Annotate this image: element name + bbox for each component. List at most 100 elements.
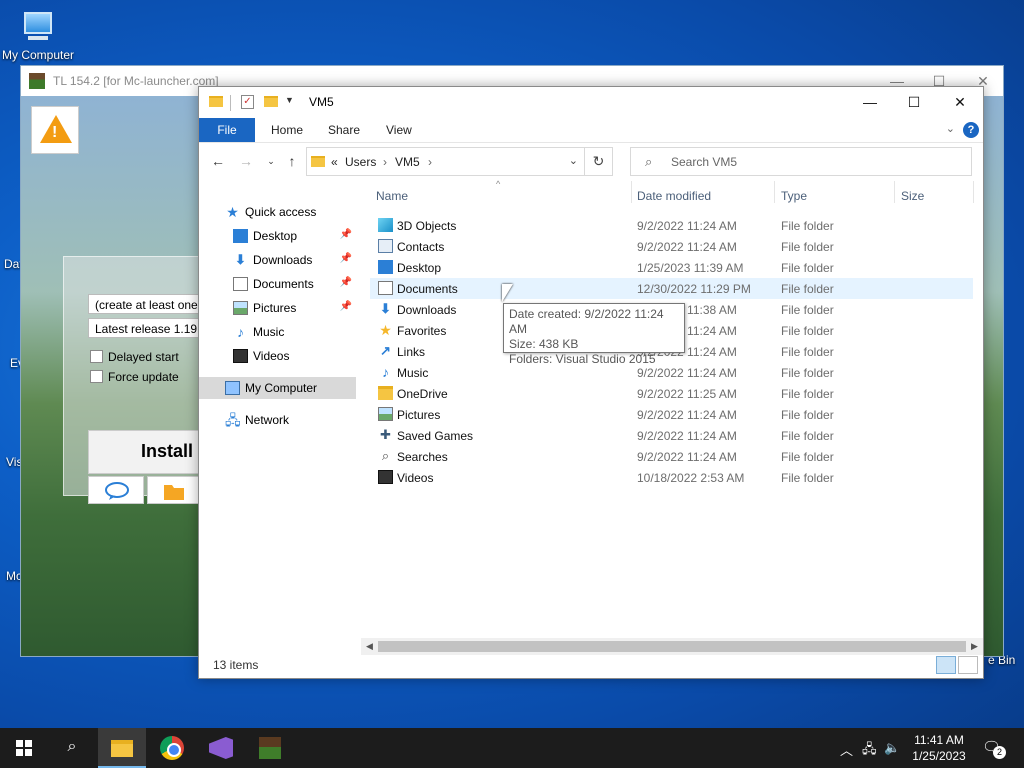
nav-documents[interactable]: Documents 📌 xyxy=(199,273,356,295)
breadcrumb-separator-icon[interactable]: › xyxy=(428,155,432,169)
scrollbar-thumb[interactable] xyxy=(378,641,966,652)
desktop-icon-my-computer[interactable]: My Computer xyxy=(0,10,76,62)
explorer-titlebar[interactable]: ✓ ▼ VM5 — ☐ ✕ xyxy=(199,87,983,118)
nav-quick-access[interactable]: ★ Quick access xyxy=(199,201,356,223)
network-icon: 🖧 xyxy=(225,412,241,428)
pin-icon[interactable]: 📌 xyxy=(340,301,352,312)
scroll-right-icon[interactable]: ▶ xyxy=(966,639,983,654)
nav-downloads[interactable]: ⬇ Downloads 📌 xyxy=(199,249,356,271)
forward-button[interactable]: → xyxy=(237,152,255,170)
column-date-modified[interactable]: Date modified xyxy=(637,189,711,203)
close-button[interactable]: ✕ xyxy=(937,91,983,113)
tooltip-folders: Folders: Visual Studio 2015 xyxy=(509,352,656,366)
show-hidden-icons-icon[interactable]: ︿ xyxy=(840,740,853,759)
recent-locations-button[interactable]: ⌄ xyxy=(262,152,280,170)
customize-quick-access-icon[interactable]: ▼ xyxy=(285,95,294,105)
chat-button[interactable] xyxy=(88,476,144,504)
music-icon: ♪ xyxy=(382,364,389,380)
nav-desktop[interactable]: Desktop 📌 xyxy=(199,225,356,247)
list-item[interactable]: Desktop 1/25/2023 11:39 AM File folder xyxy=(370,257,973,278)
list-item[interactable]: Contacts 9/2/2022 11:24 AM File folder xyxy=(370,236,973,257)
warning-button[interactable]: ! xyxy=(31,106,79,154)
search-button[interactable]: ⌕ xyxy=(48,728,96,768)
folder-icon xyxy=(378,386,393,400)
maximize-button[interactable]: ☐ xyxy=(891,91,937,113)
details-view-icon[interactable] xyxy=(936,656,956,674)
list-item[interactable]: ⌕ Searches 9/2/2022 11:24 AM File folder xyxy=(370,446,973,467)
visual-studio-taskbar-button[interactable] xyxy=(197,728,245,768)
column-name[interactable]: Name xyxy=(376,189,408,203)
navigation-pane: ★ Quick access Desktop 📌 ⬇ Downloads 📌 D… xyxy=(199,179,361,649)
pin-icon[interactable]: 📌 xyxy=(340,229,352,240)
list-item[interactable]: 3D Objects 9/2/2022 11:24 AM File folder xyxy=(370,215,973,236)
minecraft-block-icon xyxy=(29,73,45,89)
nav-pictures[interactable]: Pictures 📌 xyxy=(199,297,356,319)
breadcrumb-users[interactable]: Users xyxy=(345,155,376,169)
expand-ribbon-icon[interactable]: ⌄ xyxy=(946,122,955,135)
list-item[interactable]: Videos 10/18/2022 2:53 AM File folder xyxy=(370,467,973,488)
tab-share[interactable]: Share xyxy=(315,118,373,142)
search-box[interactable]: ⌕ Search VM5 xyxy=(630,147,972,176)
help-icon[interactable]: ? xyxy=(963,122,979,138)
column-type[interactable]: Type xyxy=(781,189,807,203)
list-item[interactable]: ✚ Saved Games 9/2/2022 11:24 AM File fol… xyxy=(370,425,973,446)
minimize-button[interactable]: — xyxy=(847,91,893,113)
list-item[interactable]: Documents 12/30/2022 11:29 PM File folde… xyxy=(370,278,973,299)
star-icon: ★ xyxy=(379,322,392,338)
breadcrumb-vm5[interactable]: VM5 xyxy=(395,155,420,169)
breadcrumb-overflow[interactable]: « xyxy=(331,155,338,169)
nav-videos[interactable]: Videos xyxy=(199,345,356,367)
list-item[interactable]: Pictures 9/2/2022 11:24 AM File folder xyxy=(370,404,973,425)
address-history-icon[interactable]: ⌄ xyxy=(569,154,578,167)
desktop-icon-label: My Computer xyxy=(1,48,75,62)
list-item[interactable]: OneDrive 9/2/2022 11:25 AM File folder xyxy=(370,383,973,404)
volume-icon[interactable]: 🔈 xyxy=(884,740,900,756)
star-icon: ★ xyxy=(226,204,239,220)
clock[interactable]: 11:41 AM 1/25/2023 xyxy=(908,732,970,764)
nav-my-computer[interactable]: My Computer xyxy=(199,377,356,399)
search-input[interactable]: Search VM5 xyxy=(671,155,737,169)
open-folder-button[interactable] xyxy=(147,476,199,504)
chat-icon xyxy=(105,482,129,500)
chrome-taskbar-button[interactable] xyxy=(148,728,196,768)
file-explorer-taskbar-button[interactable] xyxy=(98,728,146,768)
network-icon[interactable]: 🖧 xyxy=(862,740,877,762)
file-explorer-window: ✓ ▼ VM5 — ☐ ✕ File Home Share View ⌄ ? ←… xyxy=(198,86,984,679)
minecraft-block-icon xyxy=(259,737,281,759)
delayed-start-checkbox[interactable]: Delayed start xyxy=(90,350,179,364)
links-icon: ↗ xyxy=(380,343,391,358)
up-button[interactable]: ↑ xyxy=(283,152,301,170)
tab-file[interactable]: File xyxy=(199,118,255,142)
horizontal-scrollbar[interactable]: ◀ ▶ xyxy=(361,638,983,655)
force-update-label: Force update xyxy=(108,370,179,384)
back-button[interactable]: ← xyxy=(209,152,227,170)
tab-home[interactable]: Home xyxy=(258,118,316,142)
nav-music[interactable]: ♪ Music xyxy=(199,321,356,343)
column-size[interactable]: Size xyxy=(901,189,924,203)
large-icons-view-icon[interactable] xyxy=(958,656,978,674)
breadcrumb-separator-icon[interactable]: › xyxy=(383,155,387,169)
launcher-taskbar-button[interactable] xyxy=(246,728,294,768)
force-update-checkbox[interactable]: Force update xyxy=(90,370,179,384)
documents-icon xyxy=(378,281,393,295)
checkbox-box[interactable] xyxy=(90,350,103,363)
nav-network[interactable]: 🖧 Network xyxy=(199,409,356,431)
pin-icon[interactable]: 📌 xyxy=(340,277,352,288)
checkbox-box[interactable] xyxy=(90,370,103,383)
saved-games-icon: ✚ xyxy=(380,427,391,442)
scroll-left-icon[interactable]: ◀ xyxy=(361,639,378,654)
notifications-button[interactable]: 🗨 2 xyxy=(982,738,1006,759)
folder-tooltip: Date created: 9/2/2022 11:24 AM Size: 43… xyxy=(503,303,685,366)
start-button[interactable] xyxy=(0,728,48,768)
refresh-button[interactable]: ↻ xyxy=(584,148,612,175)
tab-view[interactable]: View xyxy=(373,118,425,142)
ribbon-tabs: File Home Share View ⌄ ? xyxy=(199,118,983,143)
music-icon: ♪ xyxy=(237,324,244,340)
address-bar[interactable]: « Users › VM5 › ⌄ ↻ xyxy=(306,147,613,176)
new-folder-icon[interactable] xyxy=(264,96,278,107)
pin-icon[interactable]: 📌 xyxy=(340,253,352,264)
pictures-icon xyxy=(378,407,393,421)
properties-icon[interactable]: ✓ xyxy=(241,95,254,109)
sort-ascending-icon: ^ xyxy=(496,179,501,189)
clock-date: 1/25/2023 xyxy=(912,749,966,763)
